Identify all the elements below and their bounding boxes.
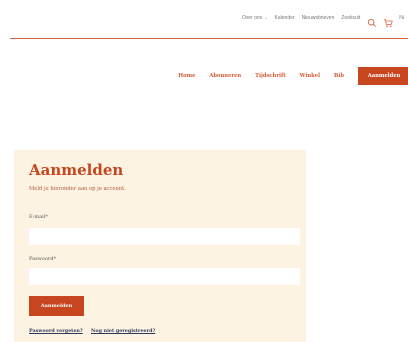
forgot-password-link[interactable]: Paswoord vergeten? <box>29 328 83 334</box>
nav-item-library[interactable]: Bib <box>334 73 344 79</box>
login-nav-button[interactable]: Aanmelden <box>358 67 408 85</box>
login-panel: Aanmelden Meld je hieronder aan op je ac… <box>14 150 306 342</box>
login-subtitle: Meld je hieronder aan op je account. <box>29 186 126 192</box>
nav-item-home[interactable]: Home <box>178 73 195 79</box>
utility-link-newsletters[interactable]: Nieuwsbrieven <box>302 15 335 21</box>
top-utility-bar: Over ons ⌄ Kalender Nieuwsbrieven Zoeksui… <box>0 0 408 38</box>
email-label: E-mail* <box>29 214 48 220</box>
utility-link-about[interactable]: Over ons ⌄ <box>242 15 268 21</box>
utility-links: Over ons ⌄ Kalender Nieuwsbrieven Zoeksui… <box>242 13 408 28</box>
header-divider <box>10 38 408 39</box>
utility-link-search[interactable]: Zoeksuit <box>341 15 360 21</box>
nav-item-shop[interactable]: Winkel <box>300 73 320 79</box>
password-field[interactable] <box>29 268 300 285</box>
utility-link-calendar[interactable]: Kalender <box>275 15 295 21</box>
email-field[interactable] <box>29 228 300 245</box>
language-switcher[interactable]: Ni <box>399 15 404 21</box>
search-icon[interactable] <box>367 13 377 27</box>
password-label: Paswoord* <box>29 256 57 262</box>
register-link[interactable]: Nog niet geregistreerd? <box>91 328 155 334</box>
login-title: Aanmelden <box>29 161 124 179</box>
nav-item-magazine[interactable]: Tijdschrift <box>255 73 286 79</box>
main-navigation: Home Abonneren Tijdschrift Winkel Bib Aa… <box>178 67 408 85</box>
nav-item-subscribe[interactable]: Abonneren <box>209 73 241 79</box>
chevron-down-icon: ⌄ <box>264 15 268 20</box>
login-submit-button[interactable]: Aanmelden <box>29 296 84 316</box>
cart-icon[interactable] <box>383 13 393 28</box>
